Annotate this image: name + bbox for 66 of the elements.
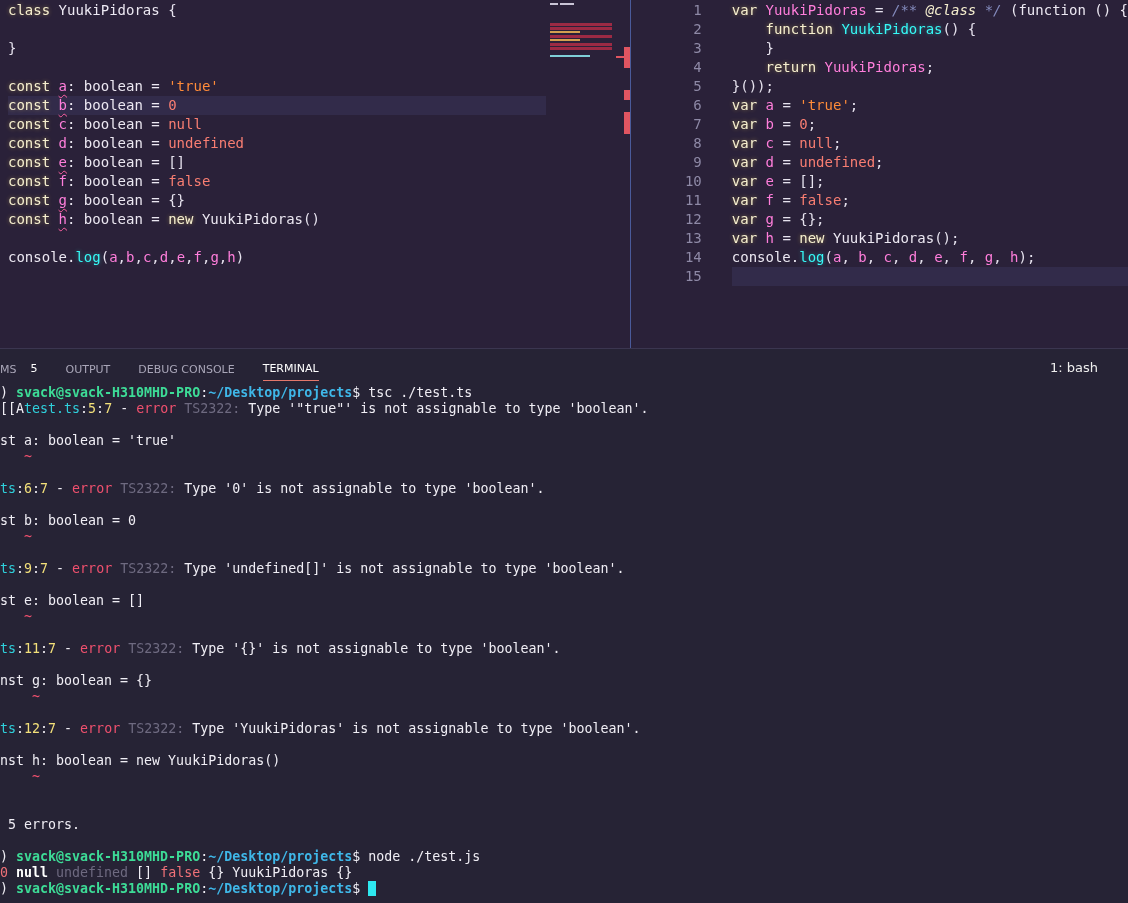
- code-line: const d: boolean = undefined: [8, 135, 245, 151]
- terminal-line: 0 null undefined [] false {} YuukiPidoras {}: [0, 865, 353, 880]
- code-line: var c = null;: [731, 135, 842, 151]
- code-line: var a = 'true';: [731, 97, 859, 113]
- terminal-line: ~: [31, 769, 41, 784]
- terminal-line: [[Atest.ts:5:7 - error TS2322: Type '"true"' is not assignable to type 'boolean'.: [0, 401, 649, 416]
- code-line: var h = new YuukiPidoras();: [731, 230, 960, 246]
- terminal-line: ts:12:7 - error TS2322: Type 'YuukiPidoras' is not assignable to type 'boolean'.: [0, 721, 641, 736]
- code-line: var f = false;: [731, 192, 850, 208]
- line-number: 9: [692, 153, 702, 172]
- line-number: 14: [683, 248, 702, 267]
- terminal-line: ~: [23, 449, 33, 464]
- terminal-line: st a: boolean = 'true': [0, 433, 177, 448]
- terminal-line: ) svack@svack-H310MHD-PRO:~/Desktop/projects$ tsc ./test.ts: [0, 385, 473, 400]
- code-line: class YuukiPidoras {: [8, 2, 177, 18]
- terminal-line: st e: boolean = []: [0, 593, 145, 608]
- terminal-line: ts:11:7 - error TS2322: Type '{}' is not assignable to type 'boolean'.: [0, 641, 561, 656]
- code-line: }: [8, 40, 17, 56]
- line-number: 15: [683, 267, 702, 286]
- code-line: function YuukiPidoras() {: [764, 21, 977, 37]
- line-number: 8: [692, 134, 702, 153]
- line-number: 11: [683, 191, 702, 210]
- line-number: 2: [692, 20, 702, 39]
- code-line: const c: boolean = null: [8, 116, 202, 132]
- line-number: 10: [683, 172, 702, 191]
- line-number: 6: [692, 96, 702, 115]
- line-number: 1: [692, 1, 702, 20]
- code-line: const f: boolean = false: [8, 173, 211, 189]
- code-line: const a: boolean = 'true': [8, 78, 219, 94]
- terminal-line: ) svack@svack-H310MHD-PRO:~/Desktop/projects$ node ./test.js: [0, 849, 481, 864]
- terminal-line: ts:9:7 - error TS2322: Type 'undefined[]' is not assignable to type 'boolean'.: [0, 561, 625, 576]
- line-number: 12: [683, 210, 702, 229]
- code-line: }: [764, 40, 774, 56]
- code-line: var g = {};: [731, 211, 825, 227]
- panel-tab[interactable]: MS: [0, 361, 17, 381]
- code-line: return YuukiPidoras;: [764, 59, 935, 75]
- panel-tab[interactable]: DEBUG CONSOLE: [138, 361, 235, 381]
- terminal-line: nst h: boolean = new YuukiPidoras(): [0, 753, 281, 768]
- panel-tab[interactable]: TERMINAL: [262, 360, 319, 381]
- line-number: 13: [683, 229, 702, 248]
- terminal-line: 5 errors.: [7, 817, 81, 832]
- terminal-line: nst g: boolean = {}: [0, 673, 153, 688]
- code-line: var e = [];: [731, 173, 825, 189]
- terminal-line: ~: [23, 609, 33, 624]
- code-line: console.log(a, b, c, d, e, f, g, h);: [731, 249, 1036, 265]
- code-line: var d = undefined;: [731, 154, 884, 170]
- code-line: }());: [731, 78, 774, 94]
- line-number: 5: [692, 77, 702, 96]
- code-line: var b = 0;: [731, 116, 817, 132]
- terminal-line: ts:6:7 - error TS2322: Type '0' is not assignable to type 'boolean'.: [0, 481, 545, 496]
- terminal-line: ~: [23, 529, 33, 544]
- line-number: 7: [692, 115, 702, 134]
- terminal-line: ~: [31, 689, 41, 704]
- code-line: const b: boolean = 0: [8, 97, 177, 113]
- code-line: const g: boolean = {}: [8, 192, 186, 208]
- code-line: const e: boolean = []: [8, 154, 186, 170]
- terminal-line: ) svack@svack-H310MHD-PRO:~/Desktop/projects$: [0, 881, 362, 896]
- terminal-line: st b: boolean = 0: [0, 513, 137, 528]
- terminal-select[interactable]: 1: bash: [1044, 356, 1104, 381]
- code-line: const h: boolean = new YuukiPidoras(): [8, 211, 320, 227]
- code-line: var YuukiPidoras = /** @class */ (function () {: [731, 2, 1128, 18]
- problem-count: 5: [30, 360, 38, 377]
- line-number: 3: [692, 39, 702, 58]
- line-number: 4: [692, 58, 702, 77]
- code-line: console.log(a,b,c,d,e,f,g,h): [8, 249, 245, 265]
- panel-tab[interactable]: OUTPUT: [65, 361, 111, 381]
